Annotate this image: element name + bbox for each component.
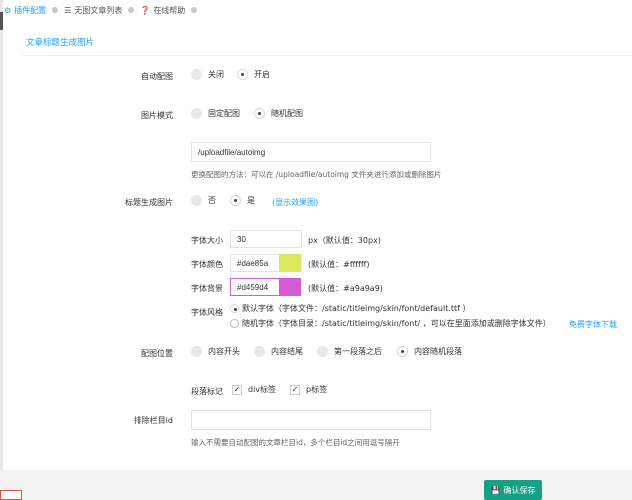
checkbox-label: div标签 [248, 385, 277, 394]
font-size-label: 字体大小 [191, 236, 223, 245]
radio-fixed-image[interactable]: 固定配图 [191, 108, 240, 119]
save-button[interactable]: 💾 确认保存 [484, 480, 542, 500]
font-bg-swatch[interactable] [279, 278, 301, 296]
tab-online-help[interactable]: ❓ 在线帮助 [140, 5, 198, 16]
font-bg-input[interactable] [230, 278, 280, 296]
radio-title-image-yes[interactable]: 是 [230, 195, 255, 206]
radio-random-font[interactable]: 随机字体（字体目录：/static/titleimg/skin/font/ ，可… [230, 318, 551, 329]
radio-default-font[interactable]: 默认字体（字体文件：/static/titleimg/skin/font/def… [230, 303, 471, 314]
tab-label: 无图文章列表 [74, 5, 123, 15]
exclude-hint: 输入不需要自动配图的文章栏目id，多个栏目id之间用逗号隔开 [191, 438, 400, 447]
radio-position-end[interactable]: 内容结尾 [254, 346, 303, 357]
help-icon: ❓ [140, 5, 151, 15]
checkbox-checked: ✓ [232, 384, 242, 395]
tab-separator-dot [128, 7, 135, 13]
tab-separator-dot [52, 7, 59, 13]
font-bg-label: 字体背景 [191, 284, 223, 293]
tab-label: 在线帮助 [153, 5, 186, 15]
radio-position-random[interactable]: 内容随机段落 [397, 346, 462, 357]
checkbox-p-tag[interactable]: ✓ p标签 [290, 384, 327, 395]
radio-circle-selected [230, 195, 241, 206]
radio-label: 内容开头 [208, 347, 240, 356]
tab-label: 插件配置 [14, 5, 47, 15]
show-preview-link[interactable]: (显示效果图) [272, 197, 318, 208]
radio-title-image-no[interactable]: 否 [191, 195, 216, 206]
gear-icon: ⚙ [4, 5, 12, 15]
list-icon: ☰ [64, 5, 72, 15]
para-tag-label: 段落标记 [191, 387, 223, 396]
exclude-label: 排除栏目id [133, 416, 173, 425]
font-color-default: (默认值：#ffffff) [308, 260, 370, 269]
image-mode-label: 图片模式 [141, 111, 173, 120]
radio-label: 内容随机段落 [414, 347, 462, 356]
radio-label: 第一段落之后 [334, 347, 382, 356]
radio-circle [191, 195, 202, 206]
upload-path-input[interactable] [191, 142, 431, 162]
radio-label: 固定配图 [208, 109, 240, 118]
radio-label: 默认字体（字体文件：/static/titleimg/skin/font/def… [242, 304, 471, 313]
upload-path-hint: 更换配图的方法：可以在 /uploadfile/autoimg 文件夹进行添加或… [191, 170, 442, 179]
radio-auto-on[interactable]: 开启 [237, 69, 270, 80]
radio-circle [191, 69, 202, 80]
tab-no-image-list[interactable]: ☰ 无图文章列表 [64, 5, 135, 16]
radio-circle-selected [230, 304, 239, 313]
radio-label: 否 [208, 196, 216, 205]
tab-bar: ⚙ 插件配置 ☰ 无图文章列表 ❓ 在线帮助 [0, 0, 632, 20]
save-label: 确认保存 [503, 485, 536, 495]
title-image-label: 标题生成图片 [125, 198, 173, 207]
font-size-suffix: px（默认值：30px) [308, 236, 381, 245]
free-font-download-link[interactable]: 免费字体下载 [569, 319, 617, 330]
radio-circle [317, 346, 328, 357]
radio-circle-selected [254, 108, 265, 119]
position-label: 配图位置 [141, 349, 173, 358]
radio-random-image[interactable]: 随机配图 [254, 108, 303, 119]
checkbox-div-tag[interactable]: ✓ div标签 [232, 384, 276, 395]
font-bg-default: (默认值：#a9a9a9) [308, 284, 383, 293]
radio-circle-selected [237, 69, 248, 80]
font-color-input[interactable] [230, 254, 280, 272]
radio-circle [191, 108, 202, 119]
radio-label: 是 [247, 196, 255, 205]
tab-plugin-config[interactable]: ⚙ 插件配置 [4, 5, 59, 16]
radio-circle-selected [397, 346, 408, 357]
radio-label: 内容结尾 [271, 347, 303, 356]
divider [22, 55, 632, 56]
radio-circle [191, 346, 202, 357]
save-icon: 💾 [490, 485, 501, 495]
radio-label: 随机字体（字体目录：/static/titleimg/skin/font/ ，可… [242, 319, 551, 328]
checkbox-checked: ✓ [290, 384, 300, 395]
left-edge-bar [0, 0, 3, 500]
radio-circle [230, 319, 239, 328]
exclude-column-input[interactable] [191, 410, 431, 430]
radio-label: 开启 [254, 70, 270, 79]
radio-auto-off[interactable]: 关闭 [191, 69, 224, 80]
radio-position-after-first[interactable]: 第一段落之后 [317, 346, 382, 357]
font-style-label: 字体风格 [191, 308, 223, 317]
tab-separator-dot [191, 7, 198, 13]
radio-circle [254, 346, 265, 357]
radio-label: 随机配图 [271, 109, 303, 118]
font-color-swatch[interactable] [279, 254, 301, 272]
checkbox-label: p标签 [306, 385, 328, 394]
radio-label: 关闭 [208, 70, 224, 79]
radio-position-start[interactable]: 内容开头 [191, 346, 240, 357]
corner-widget[interactable] [0, 490, 22, 500]
section-title: 文章标题生成图片 [26, 38, 95, 48]
auto-config-label: 自动配图 [141, 72, 173, 81]
font-size-input[interactable] [230, 230, 302, 248]
font-color-label: 字体颜色 [191, 260, 223, 269]
